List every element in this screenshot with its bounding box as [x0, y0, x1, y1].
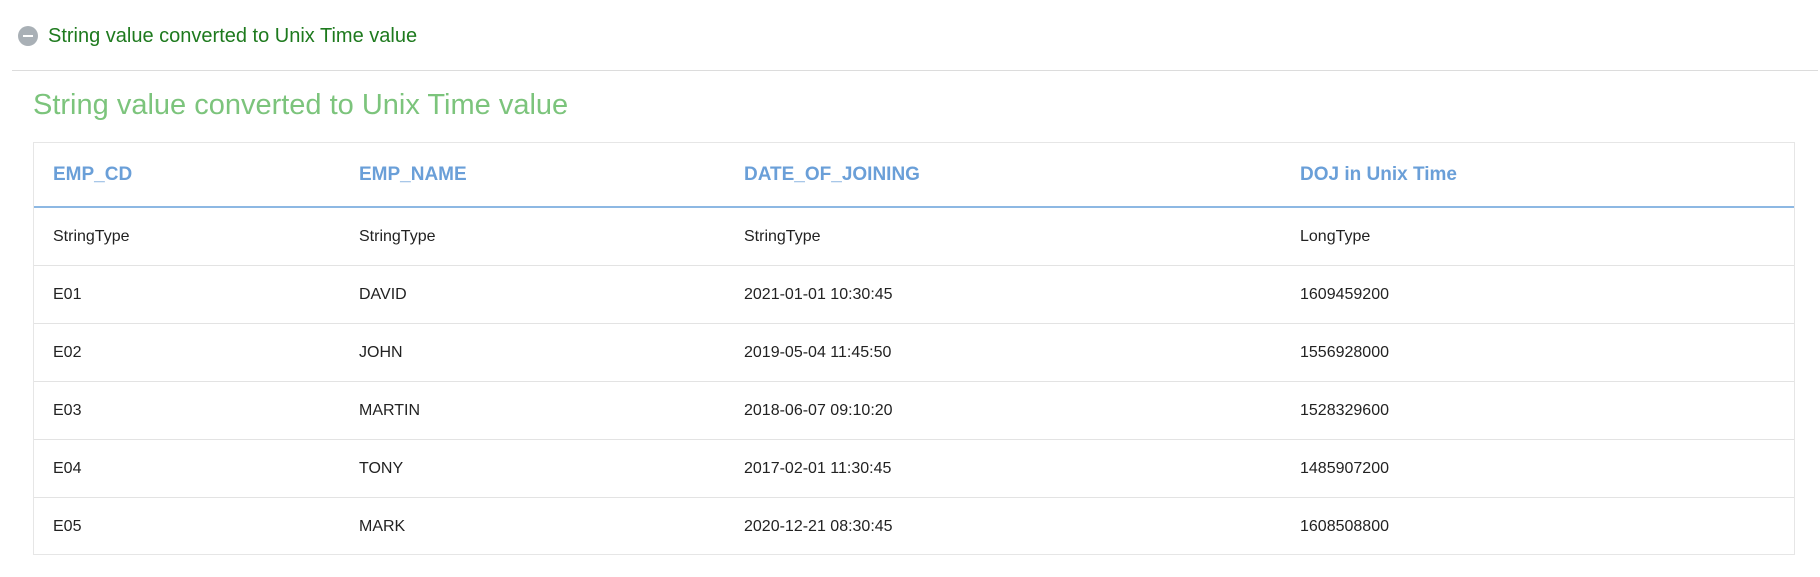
- table-cell: 2021-01-01 10:30:45: [725, 265, 1281, 324]
- type-cell: StringType: [725, 207, 1281, 266]
- table-cell: JOHN: [340, 323, 725, 382]
- minus-circle-icon[interactable]: [18, 26, 38, 46]
- table-cell: E04: [34, 439, 340, 498]
- type-cell: StringType: [34, 207, 340, 266]
- table-cell: 1609459200: [1281, 265, 1794, 324]
- results-table: EMP_CD EMP_NAME DATE_OF_JOINING DOJ in U…: [34, 143, 1794, 555]
- table-type-row: StringType StringType StringType LongTyp…: [34, 207, 1794, 266]
- table-cell: 2018-06-07 09:10:20: [725, 381, 1281, 440]
- table-cell: E02: [34, 323, 340, 382]
- table-cell: 2020-12-21 08:30:45: [744, 517, 893, 535]
- table-row: E03 MARTIN 2018-06-07 09:10:20 152832960…: [34, 381, 1794, 440]
- column-header-date-of-joining: DATE_OF_JOINING: [725, 143, 1281, 208]
- table-cell: E03: [34, 381, 340, 440]
- table-header-row: EMP_CD EMP_NAME DATE_OF_JOINING DOJ in U…: [34, 143, 1794, 208]
- table-cell: 1485907200: [1281, 439, 1794, 498]
- table-cell: 1608508800: [1300, 517, 1389, 535]
- table-cell: MARK: [359, 517, 406, 535]
- type-cell: StringType: [340, 207, 725, 266]
- results-table-container: EMP_CD EMP_NAME DATE_OF_JOINING DOJ in U…: [33, 142, 1795, 555]
- panel-title: String value converted to Unix Time valu…: [33, 89, 569, 121]
- column-header-emp-name: EMP_NAME: [340, 143, 725, 208]
- table-cell: 1556928000: [1281, 323, 1794, 382]
- table-cell: 2017-02-01 11:30:45: [725, 439, 1281, 498]
- section-header-label: String value converted to Unix Time valu…: [48, 25, 418, 47]
- column-header-doj-unix-time: DOJ in Unix Time: [1281, 143, 1794, 208]
- type-cell: LongType: [1281, 207, 1794, 266]
- section-collapse-toggle[interactable]: String value converted to Unix Time valu…: [18, 24, 417, 48]
- table-row: E04 TONY 2017-02-01 11:30:45 1485907200: [34, 439, 1794, 498]
- table-cell: E05: [53, 517, 82, 535]
- table-cell: 1528329600: [1281, 381, 1794, 440]
- table-cell: E01: [34, 265, 340, 324]
- table-row: E02 JOHN 2019-05-04 11:45:50 1556928000: [34, 323, 1794, 382]
- table-cell: 2019-05-04 11:45:50: [725, 323, 1281, 382]
- table-cell: TONY: [340, 439, 725, 498]
- column-header-emp-cd: EMP_CD: [34, 143, 340, 208]
- table-cell: DAVID: [340, 265, 725, 324]
- table-cell: MARTIN: [340, 381, 725, 440]
- section-divider: [12, 70, 1818, 71]
- table-row: E05 MARK 2020-12-21 08:30:45 1608508800: [34, 498, 1794, 556]
- table-row: E01 DAVID 2021-01-01 10:30:45 1609459200: [34, 265, 1794, 324]
